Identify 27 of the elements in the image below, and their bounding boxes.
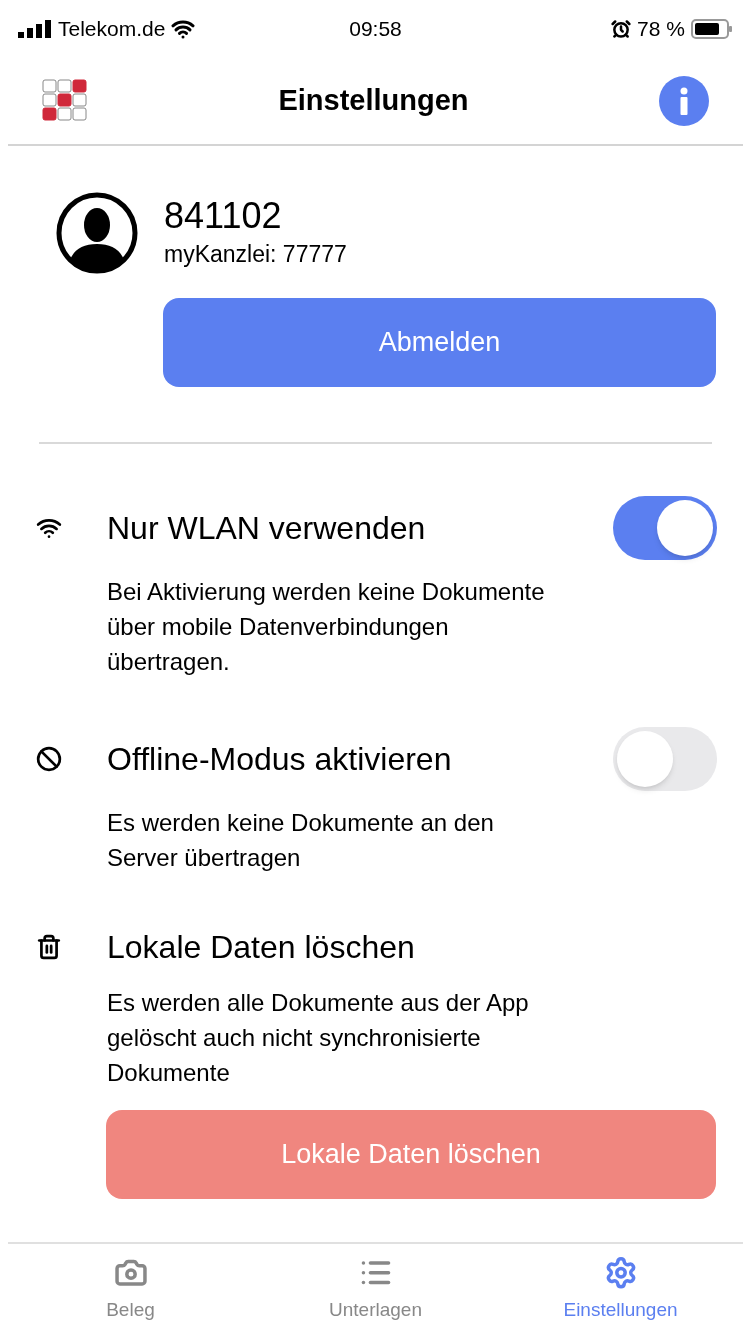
app-logo [42,79,88,123]
signal-icon [18,20,52,38]
setting-description: Es werden keine Dokumente an den Server übertragen [106,808,495,873]
carrier-name: Telekom.de [58,16,166,43]
tab-bar-item[interactable]: Einstellungen [498,1244,743,1324]
setting-title: Lokale Daten löschen [107,928,416,967]
info-icon [680,87,688,115]
trash-icon [36,934,62,960]
tab-bar-item[interactable]: Beleg [8,1244,253,1324]
office-id: myKanzlei: 77777 [164,239,347,269]
avatar-icon [56,192,138,274]
setting-title: Nur WLAN verwenden [107,509,427,548]
toggle-switch[interactable] [613,496,717,560]
tab-bar-item[interactable]: Unterlagen [253,1244,498,1324]
setting-title: Offline-Modus aktivieren [107,740,453,779]
setting-description: Es werden alle Dokumente aus der App gelöscht auch nicht synchronisierte Dokumente [106,988,530,1088]
battery-percent: 78 % [637,16,685,43]
user-number: 841102 [164,194,283,237]
delete-data-button[interactable]: Lokale Daten löschen [106,1110,716,1199]
prohibited-icon [36,746,62,772]
battery-icon [691,19,733,39]
setting-description: Bei Aktivierung werden keine Dokumente über mobile Datenverbindungen übertragen. [106,577,546,677]
logout-button[interactable]: Abmelden [163,298,716,387]
info-button[interactable] [659,76,709,126]
page-title: Einstellungen [278,83,469,119]
alarm-icon [611,19,632,39]
clock-time: 09:58 [348,16,403,43]
